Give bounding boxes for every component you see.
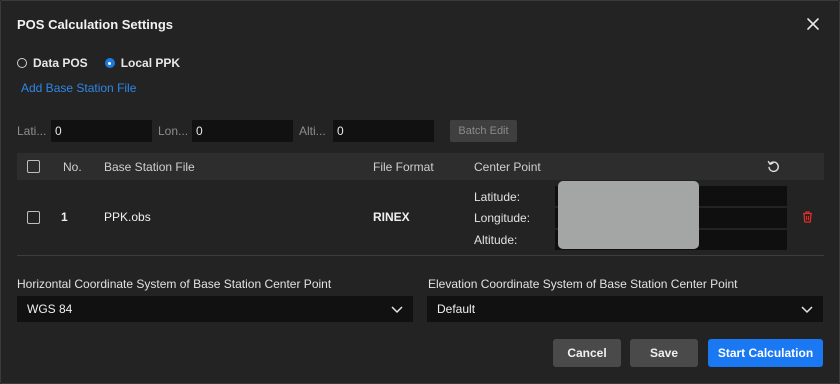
batch-longitude-input[interactable]	[192, 120, 293, 142]
mode-radio-group: Data POS Local PPK	[17, 56, 197, 70]
save-button[interactable]: Save	[630, 339, 698, 367]
redacted-overlay	[558, 181, 699, 249]
add-base-station-file-link[interactable]: Add Base Station File	[21, 81, 136, 95]
radio-local-ppk[interactable]: Local PPK	[104, 56, 181, 70]
batch-altitude-input[interactable]	[333, 120, 434, 142]
elevation-coordinate-label: Elevation Coordinate System of Base Stat…	[428, 277, 738, 291]
altitude-label: Alti...	[299, 124, 326, 138]
altitude-field-label: Altitude:	[474, 233, 518, 247]
elevation-coordinate-value: Default	[437, 302, 476, 316]
radio-label-local-ppk: Local PPK	[120, 56, 181, 70]
row-file-name: PPK.obs	[104, 210, 151, 224]
header-center-point: Center Point	[474, 160, 541, 174]
close-icon[interactable]	[805, 16, 821, 32]
radio-data-pos[interactable]: Data POS	[17, 56, 88, 70]
chevron-down-icon	[391, 306, 403, 314]
latitude-field-label: Latitude:	[474, 190, 521, 204]
row-file-format: RINEX	[373, 210, 410, 224]
section-divider	[17, 255, 824, 256]
pos-calculation-dialog: POS Calculation Settings Data POS Local …	[0, 0, 840, 384]
latitude-label: Lati...	[17, 124, 47, 138]
dialog-title: POS Calculation Settings	[17, 17, 174, 32]
row-no: 1	[61, 210, 68, 224]
start-calculation-button[interactable]: Start Calculation	[708, 339, 823, 367]
header-base-station-file: Base Station File	[104, 160, 195, 174]
table-row: 1 PPK.obs RINEX Latitude: Longitude: Alt…	[17, 181, 824, 253]
cancel-button[interactable]: Cancel	[553, 339, 621, 367]
longitude-field-label: Longitude:	[474, 211, 531, 225]
elevation-coordinate-select[interactable]: Default	[427, 296, 823, 322]
table-header: No. Base Station File File Format Center…	[17, 153, 824, 180]
batch-latitude-input[interactable]	[51, 120, 152, 142]
row-checkbox[interactable]	[27, 211, 40, 224]
batch-edit-button[interactable]: Batch Edit	[450, 120, 517, 142]
horizontal-coordinate-value: WGS 84	[27, 302, 73, 316]
batch-edit-row: Lati... Lon... Alti... Batch Edit	[17, 120, 517, 142]
chevron-down-icon	[801, 306, 813, 314]
radio-indicator[interactable]	[17, 58, 27, 68]
radio-indicator-selected[interactable]	[104, 58, 115, 68]
radio-label-data-pos: Data POS	[33, 56, 88, 70]
delete-icon[interactable]	[802, 211, 813, 223]
header-file-format: File Format	[373, 160, 434, 174]
reset-icon[interactable]	[767, 160, 780, 173]
horizontal-coordinate-label: Horizontal Coordinate System of Base Sta…	[17, 277, 332, 291]
horizontal-coordinate-select[interactable]: WGS 84	[17, 296, 413, 322]
header-no: No.	[63, 160, 82, 174]
select-all-checkbox[interactable]	[27, 160, 40, 173]
longitude-label: Lon...	[158, 124, 189, 138]
